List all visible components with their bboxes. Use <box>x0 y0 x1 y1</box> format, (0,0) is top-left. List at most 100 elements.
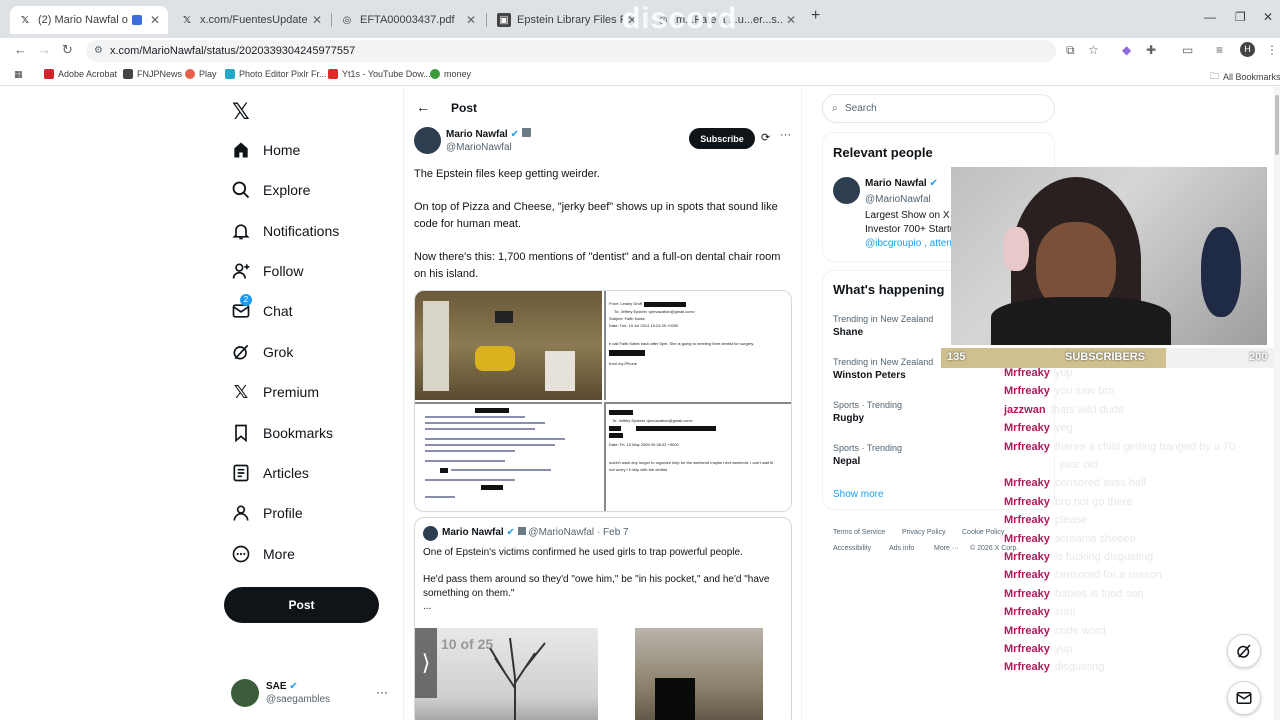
show-more-link[interactable]: Show more <box>833 489 884 500</box>
tab-2[interactable]: ◎ EFTA00003437.pdf ✕ <box>332 6 484 34</box>
url-bar[interactable]: ⚙ x.com/MarioNawfal/status/2020339304245… <box>86 40 1056 62</box>
nav-home[interactable]: Home <box>230 135 300 165</box>
bookmark-item[interactable]: Photo Editor Pixlr Fr... <box>225 69 327 79</box>
nav-more[interactable]: More <box>230 539 295 569</box>
forward-icon[interactable]: → <box>38 42 51 57</box>
profile-avatar[interactable]: H <box>1240 42 1255 57</box>
footer-link[interactable]: Cookie Policy <box>962 529 1004 536</box>
back-arrow-icon[interactable]: ← <box>416 99 430 115</box>
nav-articles[interactable]: Articles <box>230 458 309 488</box>
bookmark-item[interactable]: money <box>430 69 471 79</box>
quote-photo-2[interactable] <box>635 628 763 720</box>
pixlr-icon <box>225 69 235 79</box>
relevant-bio-link[interactable]: @ibcgroupio , atten <box>865 238 952 249</box>
messages-floating-button[interactable] <box>1227 681 1261 715</box>
post-paragraph: On top of Pizza and Cheese, "jerky beef"… <box>414 201 778 230</box>
grok-explain-icon[interactable]: ⟳ <box>761 131 770 144</box>
footer-link[interactable]: Terms of Service <box>833 529 885 536</box>
close-icon[interactable]: ✕ <box>466 13 476 27</box>
chat-text: code word <box>1054 624 1106 637</box>
quoted-post[interactable]: Mario Nawfal ✔ @MarioNawfal · Feb 7 One … <box>414 517 792 720</box>
trend-item[interactable]: Trending in New Zealand Winston Peters <box>833 357 933 381</box>
carousel-next-icon[interactable]: ⟩ <box>415 628 437 698</box>
search-input[interactable]: ⌕ Search <box>822 94 1055 123</box>
author-avatar[interactable] <box>414 127 441 154</box>
relevant-name-row[interactable]: Mario Nawfal ✔ <box>865 178 938 189</box>
nav-grok[interactable]: Grok <box>230 337 293 367</box>
headphone-left <box>1003 227 1029 271</box>
nav-label: Notifications <box>263 223 340 239</box>
sidepanel-icon[interactable]: ▭ <box>1182 43 1193 57</box>
post-media-grid[interactable]: From: Lesley Groff To: Jeffrey Epstein <… <box>414 290 792 512</box>
post-button[interactable]: Post <box>224 587 379 623</box>
close-icon[interactable]: ✕ <box>150 13 160 27</box>
footer-link[interactable]: More ··· <box>934 545 959 552</box>
x-logo-icon[interactable]: 𝕏 <box>232 99 250 125</box>
email-document-1[interactable]: From: Lesley Groff To: Jeffrey Epstein <… <box>604 291 791 400</box>
trend-item[interactable]: Trending in New Zealand Shane <box>833 314 933 338</box>
nav-profile[interactable]: Profile <box>230 498 303 528</box>
page-scrollbar[interactable] <box>1274 87 1280 720</box>
extension-icon[interactable]: ◆ <box>1122 43 1131 57</box>
close-icon[interactable]: ✕ <box>312 13 322 27</box>
grok-floating-button[interactable] <box>1227 634 1261 668</box>
more-dots-icon[interactable]: ··· <box>376 685 388 699</box>
menu-icon[interactable]: ⋮ <box>1266 43 1278 57</box>
footer-link[interactable]: Accessibility <box>833 545 871 552</box>
news-icon <box>123 69 133 79</box>
nav-bookmarks[interactable]: Bookmarks <box>230 418 333 448</box>
restore-icon[interactable]: ❐ <box>1235 10 1246 24</box>
dental-room-photo[interactable] <box>415 291 602 400</box>
trend-item[interactable]: Sports · Trending Nepal <box>833 443 902 467</box>
bookmark-item[interactable]: Yt1s - YouTube Dow... <box>328 69 431 79</box>
apps-icon[interactable]: ▦ <box>14 69 23 80</box>
bookmark-item[interactable]: FNJPNews <box>123 69 182 79</box>
nav-premium[interactable]: 𝕏 Premium <box>230 377 319 407</box>
all-bookmarks[interactable]: 🗀 All Bookmarks <box>1210 69 1280 85</box>
star-icon[interactable]: ☆ <box>1088 43 1099 57</box>
microphone <box>1201 227 1241 317</box>
chat-message: Mrfreaky yup <box>1004 367 1073 379</box>
new-tab-icon[interactable]: + <box>811 7 820 25</box>
email-document-3[interactable]: To: Jeffrey Epstein <jeevacation@gmail.c… <box>604 402 791 511</box>
bookmark-item[interactable]: Play <box>185 69 217 79</box>
site-info-icon[interactable]: ⚙ <box>94 40 103 62</box>
scrollbar-thumb[interactable] <box>1275 95 1279 155</box>
play-icon <box>185 69 195 79</box>
chat-username: Mrfreaky <box>1004 532 1050 545</box>
tab-1[interactable]: 𝕏 x.com/FuentesUpdates/status/ ✕ <box>172 6 330 34</box>
tab-0[interactable]: 𝕏 (2) Mario Nawfal on X: "The ✕ <box>10 6 168 34</box>
nav-chat[interactable]: 2 Chat <box>230 294 293 326</box>
library-icon: ▣ <box>497 13 511 27</box>
close-icon[interactable]: ✕ <box>786 13 796 27</box>
account-switcher[interactable]: SAE ✔ @saegambles <box>231 679 330 707</box>
tab-bar: 𝕏 (2) Mario Nawfal on X: "The ✕ 𝕏 x.com/… <box>0 0 1280 38</box>
bookmark-item[interactable]: Adobe Acrobat <box>44 69 117 79</box>
close-window-icon[interactable]: ✕ <box>1263 10 1273 24</box>
media-icon[interactable]: ≡ <box>1216 43 1223 57</box>
doc-text: from my iPhone <box>609 361 638 366</box>
footer-link[interactable]: Privacy Policy <box>902 529 946 536</box>
subscribe-button[interactable]: Subscribe <box>689 128 755 149</box>
nav-follow[interactable]: Follow <box>230 256 303 286</box>
reload-icon[interactable]: ↻ <box>62 42 73 58</box>
account-handle: @saegambles <box>266 694 331 705</box>
relevant-avatar[interactable] <box>833 177 860 204</box>
trend-item[interactable]: Sports · Trending Rugby <box>833 400 902 424</box>
quote-ellipsis: ... <box>423 601 432 612</box>
trend-meta: Sports · Trending <box>833 443 903 453</box>
install-icon[interactable]: ⧉ <box>1066 43 1075 58</box>
chat-message: jazzwan thats wild dude <box>1004 404 1124 416</box>
back-icon[interactable]: ← <box>14 42 27 57</box>
email-document-2[interactable] <box>415 402 602 511</box>
relevant-people-title: Relevant people <box>833 145 933 160</box>
nav-explore[interactable]: Explore <box>230 175 310 205</box>
minimize-icon[interactable]: — <box>1204 10 1216 24</box>
puzzle-icon[interactable]: ✚ <box>1146 43 1156 57</box>
nav-notifications[interactable]: Notifications <box>230 216 339 246</box>
more-dots-icon[interactable]: ··· <box>780 129 791 141</box>
author-name-row[interactable]: Mario Nawfal ✔ <box>446 128 531 140</box>
chat-message: Mrfreaky please <box>1004 514 1087 526</box>
redaction <box>655 678 695 720</box>
footer-link[interactable]: Ads info <box>889 545 914 552</box>
